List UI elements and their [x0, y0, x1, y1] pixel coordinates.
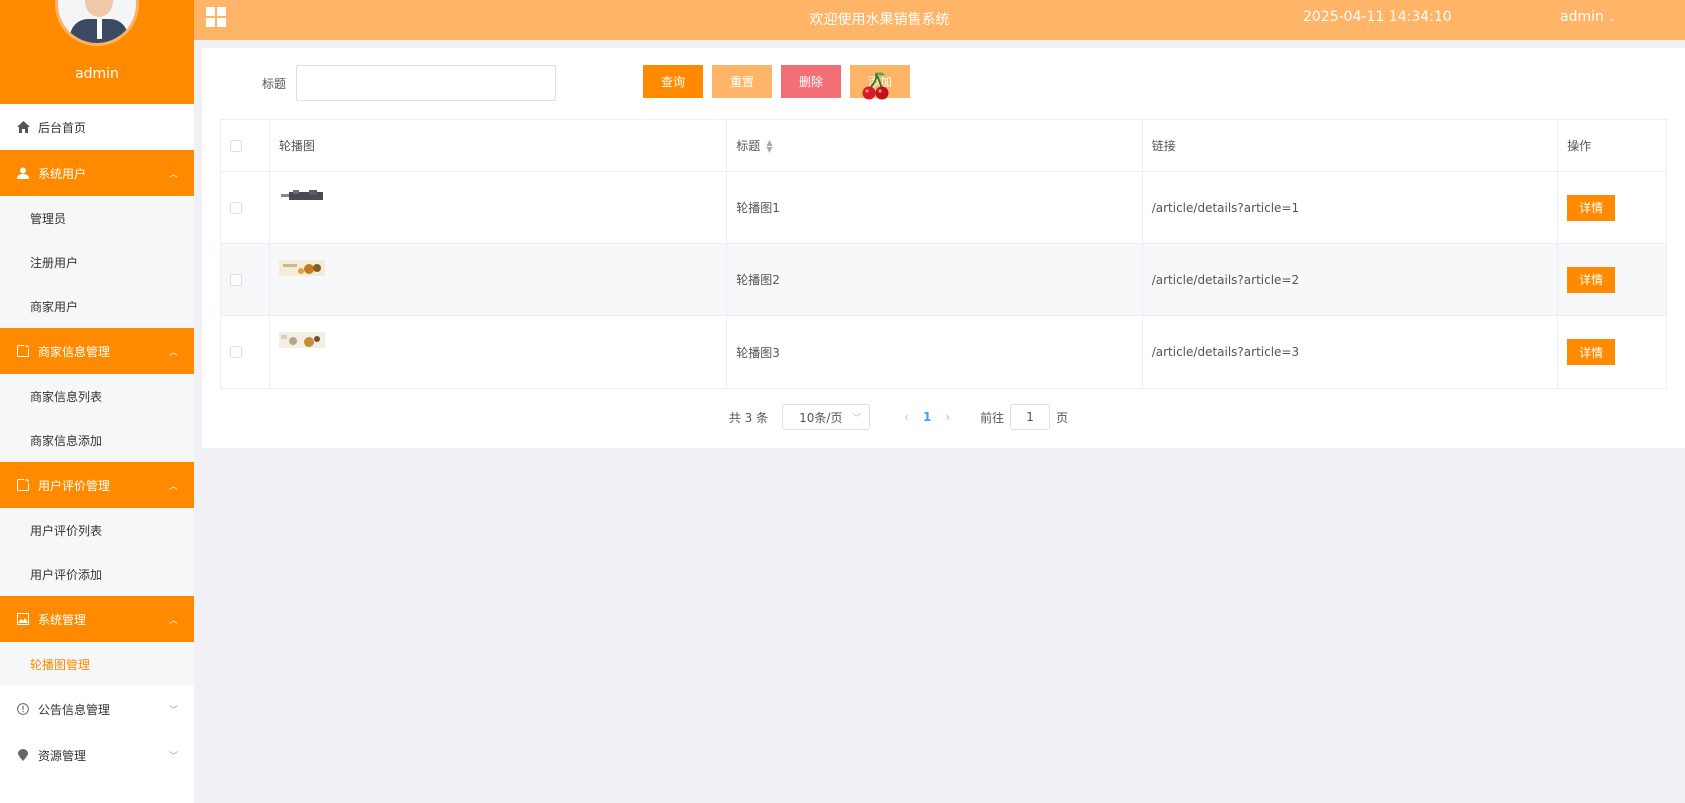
menu-group-announcements[interactable]: 公告信息管理 ﹀ — [0, 686, 194, 732]
user-dropdown[interactable]: admin ⌄ — [1560, 9, 1616, 25]
carousel-table: 轮播图 标题 ▲ ▼ 链接 操作 轮播图1 /article/details?ar… — [220, 119, 1667, 389]
detail-button[interactable]: 详情 — [1567, 339, 1616, 365]
query-button[interactable]: 查询 — [643, 65, 703, 98]
pagination-total: 共 3 条 — [728, 410, 769, 425]
info-icon — [16, 702, 30, 716]
carousel-thumbnail[interactable] — [278, 332, 325, 348]
column-header-title-label: 标题 — [736, 139, 761, 153]
chevron-up-icon: ︿ — [168, 615, 178, 626]
image-icon — [16, 612, 30, 626]
menu-group-label: 资源管理 — [38, 748, 87, 763]
menu-group-label: 用户评价管理 — [38, 478, 111, 493]
goto-prefix: 前往 — [980, 410, 1005, 425]
profile-name: admin — [75, 66, 119, 82]
row-link: /article/details?article=2 — [1143, 244, 1559, 315]
document-icon — [16, 478, 30, 492]
detail-button[interactable]: 详情 — [1567, 266, 1616, 293]
menu-item-home[interactable]: 后台首页 — [0, 104, 194, 150]
pagination: 共 3 条 10条/页 ﹀ ‹ 1 › 前往 1 页 — [202, 404, 1685, 430]
next-page-icon[interactable]: › — [945, 410, 950, 424]
document-icon — [16, 344, 30, 358]
menu-item-label: 后台首页 — [38, 120, 87, 135]
row-link: /article/details?article=1 — [1143, 172, 1559, 243]
menu-group-label: 公告信息管理 — [38, 702, 111, 717]
submenu-item-registered-users[interactable]: 注册用户 — [0, 240, 194, 284]
column-header-image: 轮播图 — [270, 120, 728, 171]
row-checkbox[interactable] — [230, 346, 242, 358]
menu-group-system-users[interactable]: 系统用户 ︿ — [0, 150, 194, 196]
page-size-value: 10条/页 — [799, 410, 843, 425]
chevron-down-icon: ﹀ — [168, 751, 178, 762]
menu-group-user-reviews[interactable]: 用户评价管理 ︿ — [0, 462, 194, 508]
carousel-thumbnail[interactable] — [278, 188, 325, 204]
title-search-input[interactable] — [296, 65, 556, 101]
column-header-action: 操作 — [1567, 139, 1592, 153]
menu-group-label: 商家信息管理 — [38, 344, 111, 359]
location-icon — [16, 748, 30, 762]
row-title: 轮播图1 — [727, 172, 1143, 243]
goto-suffix: 页 — [1056, 410, 1069, 425]
table-header-row: 轮播图 标题 ▲ ▼ 链接 操作 — [221, 120, 1666, 172]
row-link: /article/details?article=3 — [1143, 316, 1559, 388]
main-panel: 标题 查询 重置 删除 添加 轮播图 标题 ▲ ▼ 链接 操作 轮播图1 /ar… — [202, 48, 1685, 448]
column-header-title[interactable]: 标题 ▲ ▼ — [727, 120, 1143, 171]
reset-button[interactable]: 重置 — [712, 65, 772, 98]
goto-page-input[interactable]: 1 — [1010, 404, 1051, 430]
submenu-item-merchant-users[interactable]: 商家用户 — [0, 284, 194, 328]
sidebar: admin 后台首页 系统用户 ︿ 管理员 注册用户 商家用户 商家信息管理 ︿… — [0, 0, 194, 803]
prev-page-icon[interactable]: ‹ — [904, 410, 909, 424]
column-header-link: 链接 — [1143, 120, 1559, 171]
submenu-item-merchant-add[interactable]: 商家信息添加 — [0, 418, 194, 462]
profile-panel: admin — [0, 0, 194, 104]
table-row: 轮播图3 /article/details?article=3 详情 — [221, 316, 1666, 388]
menu-group-label: 系统管理 — [38, 612, 87, 627]
chevron-up-icon: ︿ — [168, 481, 178, 492]
user-name: admin — [1560, 9, 1604, 25]
table-row: 轮播图1 /article/details?article=1 详情 — [221, 172, 1666, 244]
menu-group-label: 系统用户 — [38, 166, 87, 181]
menu-group-system-management[interactable]: 系统管理 ︿ — [0, 596, 194, 642]
submenu-item-review-list[interactable]: 用户评价列表 — [0, 508, 194, 552]
home-icon — [16, 120, 30, 134]
top-header: 欢迎使用水果销售系统 2025-04-11 14:34:10 admin ⌄ — [194, 0, 1685, 40]
cherry-cursor-icon — [862, 72, 889, 100]
chevron-down-icon: ﹀ — [168, 705, 178, 716]
submenu-item-carousel-management[interactable]: 轮播图管理 — [0, 642, 194, 686]
table-row: 轮播图2 /article/details?article=2 详情 — [221, 244, 1666, 316]
row-checkbox[interactable] — [230, 273, 242, 286]
chevron-down-icon: ⌄ — [1608, 14, 1616, 24]
chevron-up-icon: ︿ — [168, 169, 178, 180]
search-label: 标题 — [262, 77, 287, 91]
row-checkbox[interactable] — [230, 201, 242, 214]
row-title: 轮播图3 — [727, 316, 1143, 388]
submenu-item-admins[interactable]: 管理员 — [0, 196, 194, 240]
header-title: 欢迎使用水果销售系统 — [809, 12, 950, 28]
submenu-item-review-add[interactable]: 用户评价添加 — [0, 552, 194, 596]
page-number-current[interactable]: 1 — [923, 410, 931, 424]
delete-button[interactable]: 删除 — [781, 65, 841, 98]
row-title: 轮播图2 — [727, 244, 1143, 315]
carousel-thumbnail[interactable] — [278, 260, 325, 276]
menu-group-resources[interactable]: 资源管理 ﹀ — [0, 732, 194, 778]
detail-button[interactable]: 详情 — [1567, 194, 1616, 221]
chevron-down-icon: ﹀ — [852, 413, 862, 424]
header-datetime: 2025-04-11 14:34:10 — [1303, 9, 1452, 25]
submenu-item-merchant-list[interactable]: 商家信息列表 — [0, 374, 194, 418]
menu-group-merchant-info[interactable]: 商家信息管理 ︿ — [0, 328, 194, 374]
user-icon — [16, 166, 30, 180]
page-size-select[interactable]: 10条/页 ﹀ — [782, 404, 871, 430]
avatar[interactable] — [55, 0, 139, 46]
select-all-checkbox[interactable] — [230, 139, 242, 152]
sort-icon[interactable]: ▲ ▼ — [766, 138, 772, 153]
chevron-up-icon: ︿ — [168, 347, 178, 358]
